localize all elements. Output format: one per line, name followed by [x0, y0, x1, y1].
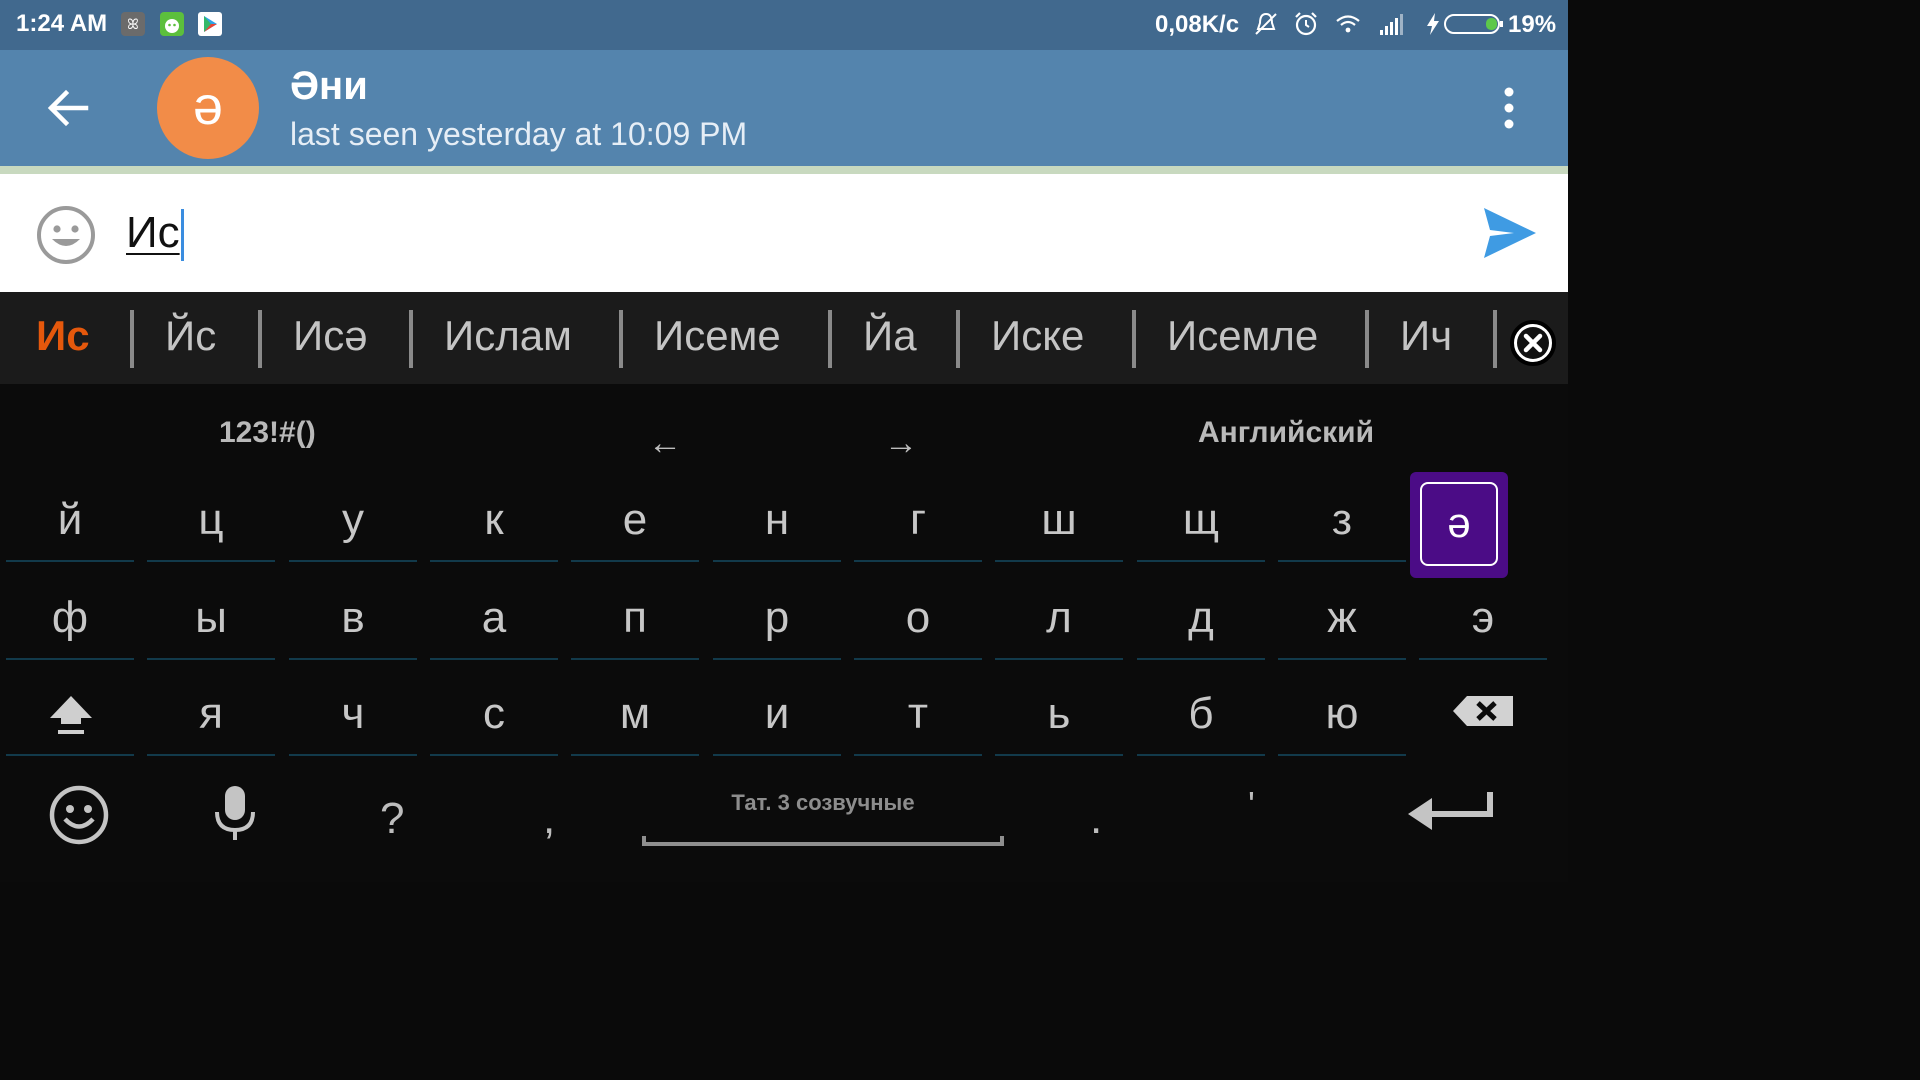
key-highlighted-label: ә [1420, 482, 1498, 566]
suggestion-divider [619, 310, 623, 368]
chat-background-strip [0, 166, 1568, 174]
microphone-icon[interactable] [212, 784, 258, 844]
emoji-icon[interactable] [36, 205, 96, 265]
more-options-icon[interactable] [1490, 86, 1528, 130]
suggestion-divider [1365, 310, 1369, 368]
message-text: Ис [126, 208, 180, 257]
close-suggestions-icon[interactable] [1508, 318, 1558, 368]
charging-icon [1427, 13, 1439, 35]
suggestion-item[interactable]: Исемле [1167, 312, 1318, 360]
key-highlighted[interactable]: ә [1410, 472, 1508, 578]
android-icon [160, 12, 184, 36]
app-notification-icon: ꕤ [121, 12, 145, 36]
suggestion-active[interactable]: Ис [36, 312, 90, 360]
suggestion-strip: Ис Йс Исә Ислам Исеме Йа Иске Исемле Ич [0, 292, 1568, 384]
network-speed: 0,08K/c [1155, 11, 1240, 38]
cursor-right-key[interactable]: → [884, 424, 918, 463]
key[interactable]: ш [995, 484, 1123, 562]
key[interactable]: ф [6, 582, 134, 660]
contact-name[interactable]: Әни [290, 64, 368, 109]
key[interactable]: а [430, 582, 558, 660]
mute-icon [1255, 12, 1277, 35]
suggestion-item[interactable]: Йс [165, 312, 216, 360]
comma-key[interactable]: , [543, 794, 555, 844]
key[interactable]: т [854, 678, 982, 756]
question-key[interactable]: ? [380, 794, 404, 844]
space-key[interactable] [642, 836, 1004, 846]
wifi-icon [1336, 15, 1360, 33]
text-caret [180, 209, 184, 262]
key[interactable]: ы [147, 582, 275, 660]
key[interactable]: ь [995, 678, 1123, 756]
key[interactable]: э [1419, 582, 1547, 660]
alarm-icon [1295, 12, 1317, 36]
suggestion-item[interactable]: Йа [863, 312, 917, 360]
key[interactable]: г [854, 484, 982, 562]
key[interactable]: ц [147, 484, 275, 562]
suggestion-divider [828, 310, 832, 368]
key[interactable]: з [1278, 484, 1406, 562]
avatar[interactable]: ә [157, 57, 259, 159]
key[interactable]: ю [1278, 678, 1406, 756]
battery-percent: 19% [1508, 11, 1557, 38]
backspace-key[interactable] [1419, 678, 1547, 756]
space-key-label: Тат. 3 созвучные [731, 790, 915, 815]
battery-icon [1444, 14, 1503, 34]
key[interactable]: о [854, 582, 982, 660]
chat-header: ә Әни last seen yesterday at 10:09 PM [0, 50, 1568, 166]
suggestion-divider [1493, 310, 1497, 368]
key[interactable]: щ [1137, 484, 1265, 562]
key[interactable]: п [571, 582, 699, 660]
key[interactable]: р [713, 582, 841, 660]
key[interactable]: у [289, 484, 417, 562]
symbols-key[interactable]: 123!#() [219, 416, 316, 450]
language-switch-key[interactable]: Английский [1198, 416, 1374, 450]
suggestion-item[interactable]: Ич [1400, 312, 1452, 360]
svg-text:ꕤ: ꕤ [127, 17, 139, 33]
shift-icon [50, 696, 92, 734]
message-input-bar: Ис [0, 174, 1568, 292]
key[interactable]: с [430, 678, 558, 756]
enter-icon[interactable] [1406, 790, 1494, 838]
key[interactable]: м [571, 678, 699, 756]
key[interactable]: й [6, 484, 134, 562]
play-store-icon [198, 12, 222, 36]
shift-key[interactable] [6, 678, 134, 756]
suggestion-divider [258, 310, 262, 368]
message-input[interactable]: Ис [126, 204, 184, 262]
suggestion-item[interactable]: Ислам [444, 312, 572, 360]
key[interactable]: ч [289, 678, 417, 756]
key[interactable]: к [430, 484, 558, 562]
period-key[interactable]: . [1090, 794, 1102, 844]
backspace-icon [1453, 696, 1513, 726]
suggestion-divider [956, 310, 960, 368]
signal-icon [1380, 14, 1403, 35]
keyboard: 123!#() ← → Английский й ц у к е н г ш щ… [0, 384, 1568, 882]
key[interactable]: ж [1278, 582, 1406, 660]
key[interactable]: л [995, 582, 1123, 660]
back-arrow-icon[interactable] [40, 80, 96, 136]
suggestion-divider [409, 310, 413, 368]
key[interactable]: е [571, 484, 699, 562]
emoji-keyboard-icon[interactable] [48, 784, 110, 846]
apostrophe-key[interactable]: ' [1248, 784, 1255, 826]
status-time: 1:24 AM [16, 10, 108, 37]
key[interactable]: в [289, 582, 417, 660]
key[interactable]: б [1137, 678, 1265, 756]
send-icon[interactable] [1480, 204, 1540, 262]
key[interactable]: н [713, 484, 841, 562]
cursor-left-key[interactable]: ← [648, 424, 682, 463]
suggestion-item[interactable]: Исеме [654, 312, 781, 360]
key[interactable]: и [713, 678, 841, 756]
suggestion-divider [130, 310, 134, 368]
key[interactable]: д [1137, 582, 1265, 660]
key[interactable]: я [147, 678, 275, 756]
status-bar: 1:24 AM ꕤ 0,08K/c 19% [0, 0, 1568, 50]
suggestion-item[interactable]: Исә [293, 312, 368, 360]
suggestion-divider [1132, 310, 1136, 368]
last-seen-status: last seen yesterday at 10:09 PM [290, 116, 748, 152]
suggestion-item[interactable]: Иске [991, 312, 1084, 360]
